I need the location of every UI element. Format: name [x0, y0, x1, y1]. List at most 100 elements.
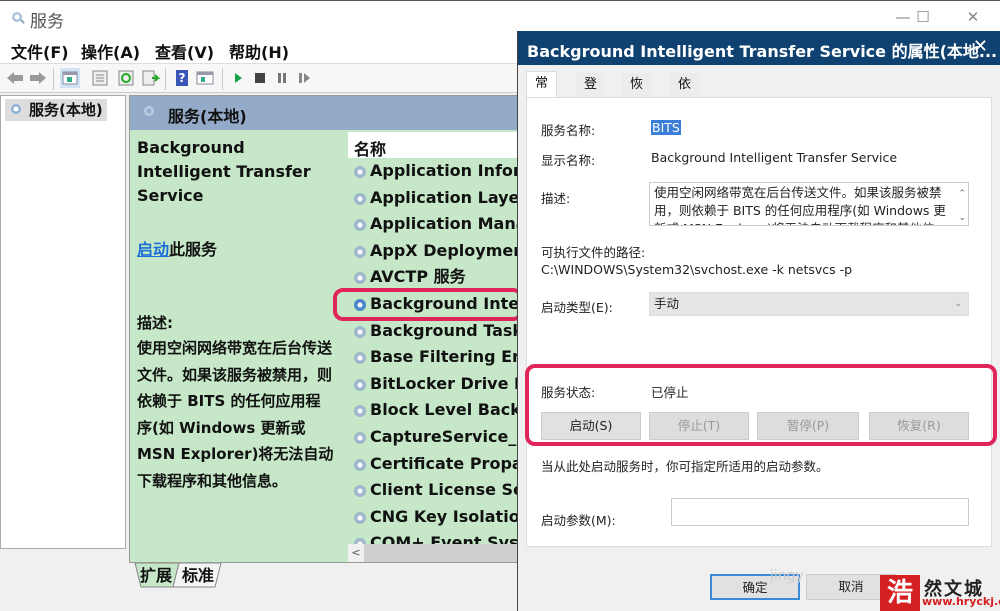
service-list-item[interactable]: Background Tasks Infrastructure Service [350, 318, 530, 344]
dialog-title-bar: Background Intelligent Transfer Service … [518, 31, 1000, 65]
start-params-hint: 当从此处启动服务时，你可指定所适用的启动参数。 [541, 459, 829, 474]
dialog-title: Background Intelligent Transfer Service … [527, 42, 998, 61]
general-tab-panel: 服务名称: BITS 显示名称: Background Intelligent … [526, 97, 992, 547]
start-params-input[interactable] [671, 498, 969, 526]
service-gear-icon [354, 511, 366, 524]
menu-file[interactable]: 文件(F) [11, 39, 69, 63]
horizontal-scrollbar[interactable]: < [348, 544, 530, 562]
scroll-down-icon[interactable]: ⌄ [958, 209, 966, 225]
export-list-icon[interactable] [140, 68, 160, 88]
display-name-value[interactable]: Background Intelligent Transfer Service [651, 150, 897, 165]
forward-icon[interactable] [28, 68, 48, 88]
services-list: 名称 Application Information Application La… [348, 132, 530, 544]
menu-bar: 文件(F) 操作(A) 查看(V) 帮助(H) [0, 35, 520, 63]
console-tree: 服务(本地) [0, 95, 126, 549]
start-service-link[interactable]: 启动 [137, 240, 169, 259]
description-text: 使用空闲网络带宽在后台传送文件。如果该服务被禁用，则依赖于 BITS 的任何应用… [137, 339, 334, 490]
services-app-icon [12, 12, 25, 24]
close-button[interactable]: ✕ [950, 5, 996, 29]
service-list-item[interactable]: Certificate Propagation [350, 451, 530, 477]
tab-logon[interactable]: 登录 [576, 73, 606, 116]
service-gear-icon [354, 352, 366, 365]
service-list-item[interactable]: AppX Deployment Service [350, 238, 530, 264]
service-name-selected-text[interactable]: BITS [651, 120, 681, 135]
content-header-title: 服务(本地) [168, 107, 247, 126]
show-hide-action-pane-icon[interactable] [195, 68, 215, 88]
help-icon[interactable]: ? [172, 68, 192, 88]
tab-extended[interactable]: 扩展 [139, 563, 173, 589]
service-gear-icon [354, 245, 366, 258]
tab-dependencies[interactable]: 依存关系 [670, 73, 700, 164]
watermark-logo: 浩 然文城 www.hryckj.cn [880, 575, 1000, 611]
startup-type-select[interactable]: 手动 ⌄ [649, 292, 969, 316]
service-list-item-name: COM+ Event System [370, 533, 530, 544]
menu-view[interactable]: 查看(V) [155, 39, 214, 63]
service-list-item[interactable]: Application Management [350, 211, 530, 237]
service-name-value[interactable]: BITS [651, 120, 681, 135]
scroll-left-button[interactable]: < [348, 544, 364, 562]
service-list-item[interactable]: Application Layer Gateway Service [350, 185, 530, 211]
service-gear-icon [354, 325, 366, 338]
service-list-item-name: Application Management [370, 214, 530, 234]
service-list-item[interactable]: Base Filtering Engine [350, 344, 530, 370]
title-bar: 服务 — ☐ ✕ [0, 1, 1000, 35]
service-list-item-name: Application Information [370, 161, 530, 180]
service-list-item-name: Block Level Backup Engine Service [370, 400, 530, 420]
back-icon[interactable] [5, 68, 25, 88]
start-service-suffix: 此服务 [169, 240, 218, 259]
service-list-item[interactable]: CaptureService_1c [350, 424, 530, 450]
toolbar: ? [0, 63, 520, 93]
service-list-item[interactable]: Application Information [350, 158, 530, 184]
service-list-item-name: CNG Key Isolation [370, 506, 530, 526]
tab-recovery[interactable]: 恢复 [622, 73, 652, 116]
dialog-close-button[interactable]: ✕ [973, 36, 988, 57]
menu-action[interactable]: 操作(A) [81, 39, 140, 63]
service-list-item[interactable]: Client License Service [350, 477, 530, 503]
description-textbox[interactable]: 使用空闲网络带宽在后台传送文件。如果该服务被禁用，则依赖于 BITS 的任何应用… [649, 182, 969, 226]
watermark-glyph: 浩 [880, 575, 920, 611]
exe-path-value[interactable]: C:\WINDOWS\System32\svchost.exe -k netsv… [541, 262, 852, 277]
service-gear-icon [354, 166, 366, 178]
service-list-item-name: Client License Service [370, 480, 530, 500]
pause-service-icon[interactable] [272, 68, 292, 88]
service-list-item-name: BitLocker Drive Encryption Service [370, 373, 530, 393]
refresh-icon[interactable] [116, 68, 136, 88]
service-list-item-name: Background Tasks Infrastructure Service [370, 320, 530, 340]
services-icon [144, 106, 154, 116]
services-content-pane: 服务(本地) Background Intelligent Transfer S… [129, 95, 530, 563]
watermark-url: www.hryckj.cn [922, 595, 1000, 608]
service-gear-icon [354, 378, 366, 391]
exe-path-label: 可执行文件的路径: [541, 245, 646, 260]
chevron-down-icon: ⌄ [954, 299, 962, 309]
tab-general[interactable]: 常规 [526, 71, 558, 115]
service-list-item[interactable]: CNG Key Isolation [350, 504, 530, 530]
toolbar-separator [165, 68, 166, 90]
menu-help[interactable]: 帮助(H) [229, 39, 289, 63]
service-list-item-name: CaptureService_1c [370, 427, 530, 446]
service-list-item[interactable]: Block Level Backup Engine Service [350, 397, 530, 423]
start-service-icon[interactable] [228, 68, 248, 88]
display-name-label: 显示名称: [541, 153, 596, 168]
description-label: 描述: [137, 314, 173, 332]
scroll-up-icon[interactable]: ⌃ [958, 185, 966, 203]
service-gear-icon [354, 192, 366, 205]
tab-standard[interactable]: 标准 [181, 563, 215, 589]
maximize-button[interactable]: ☐ [900, 5, 946, 29]
faint-watermark: jingy [770, 568, 804, 584]
tree-item-services-local[interactable]: 服务(本地) [5, 99, 107, 121]
service-list-item[interactable]: BitLocker Drive Encryption Service [350, 371, 530, 397]
properties-dialog: Background Intelligent Transfer Service … [517, 31, 1000, 611]
column-header-name[interactable]: 名称 [348, 132, 530, 159]
service-list-item-name: Application Layer Gateway Service [370, 187, 530, 207]
toolbar-separator [222, 68, 223, 90]
service-list-item-name: AVCTP 服务 [370, 267, 466, 287]
selected-service-name: Background Intelligent Transfer Service [137, 138, 311, 205]
restart-service-icon[interactable] [294, 68, 314, 88]
service-list-item[interactable]: AVCTP 服务 [350, 264, 466, 290]
service-gear-icon [354, 432, 366, 444]
highlight-selected-service [333, 288, 523, 321]
properties-icon[interactable] [90, 68, 110, 88]
show-hide-console-tree-icon[interactable] [60, 68, 80, 88]
stop-service-icon[interactable] [250, 68, 270, 88]
service-list-item[interactable]: COM+ Event System [350, 530, 530, 544]
